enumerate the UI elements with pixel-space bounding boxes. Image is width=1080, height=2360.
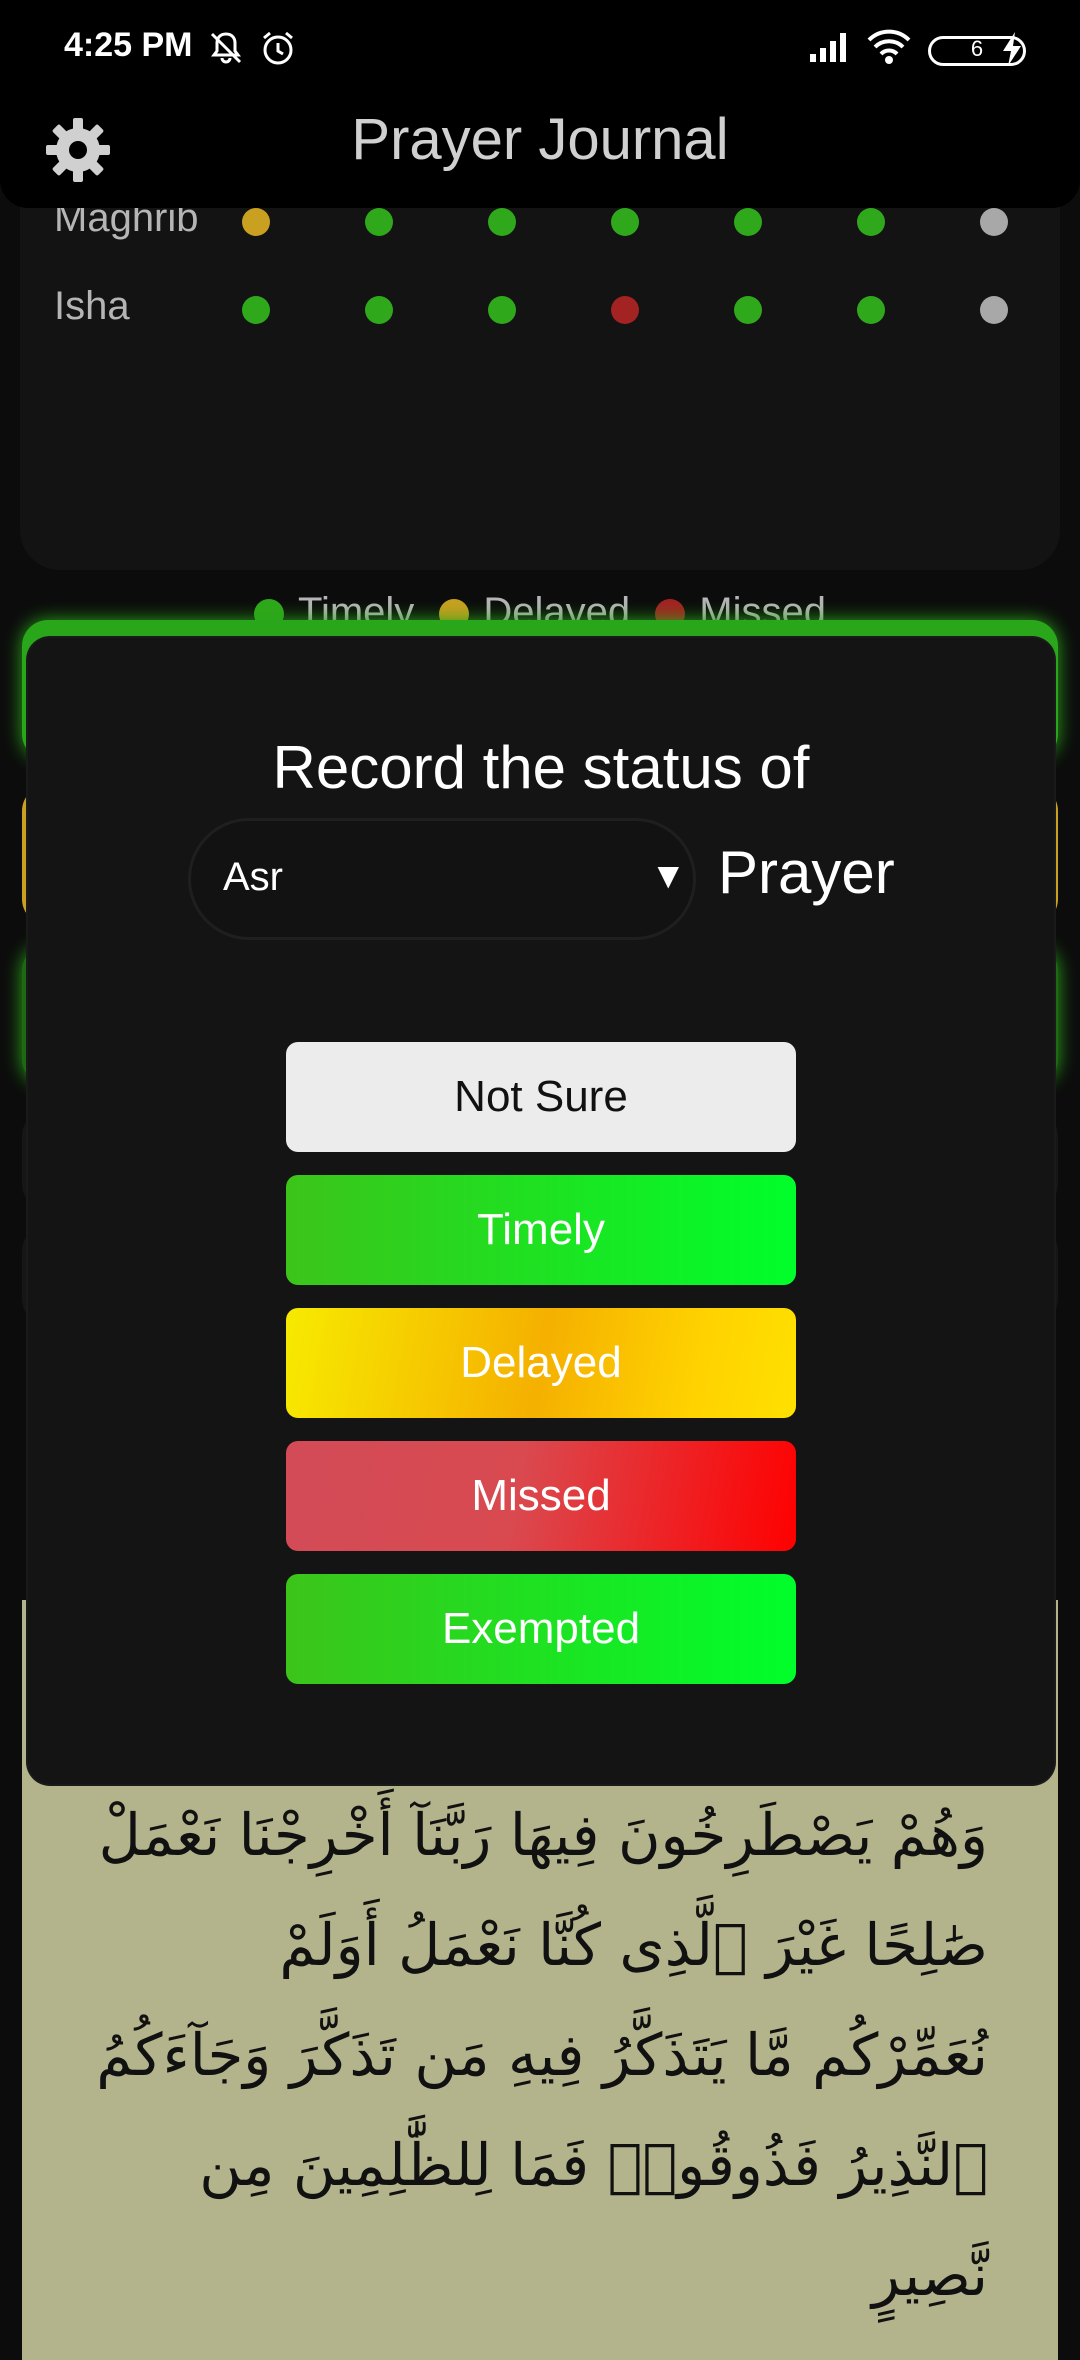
charging-icon (1000, 30, 1024, 77)
status-dot-timely[interactable] (857, 296, 885, 324)
status-dot-timely[interactable] (365, 208, 393, 236)
wifi-icon (866, 28, 912, 75)
verse-text: وَهُمْ يَصْطَرِخُونَ فِيهَا رَبَّنَآ أَخ… (96, 1801, 988, 2309)
record-status-dialog: Record the status of Asr ▼ Prayer Not Su… (28, 638, 1054, 1784)
status-dot-timely[interactable] (611, 208, 639, 236)
alarm-icon (258, 28, 298, 77)
prayer-label: Prayer (718, 839, 895, 906)
status-time: 4:25 PM (64, 26, 193, 64)
dialog-title: Record the status of (272, 734, 810, 801)
prayer-select-value: Asr (223, 855, 283, 899)
tracker-row-label: Isha (54, 284, 130, 328)
status-dot-none[interactable] (980, 208, 1008, 236)
status-dot-timely[interactable] (488, 208, 516, 236)
status-dot-delayed[interactable] (242, 208, 270, 236)
delayed-button[interactable]: Delayed (286, 1308, 796, 1418)
signal-icon (808, 28, 854, 73)
status-dot-timely[interactable] (734, 296, 762, 324)
status-dot-timely[interactable] (242, 296, 270, 324)
status-dot-missed[interactable] (611, 296, 639, 324)
missed-button[interactable]: Missed (286, 1441, 796, 1551)
status-bar: 4:25 PM 6 (0, 0, 1080, 100)
status-dot-timely[interactable] (488, 296, 516, 324)
prayer-select[interactable]: Asr ▼ (188, 818, 696, 940)
not-sure-button[interactable]: Not Sure (286, 1042, 796, 1152)
timely-button[interactable]: Timely (286, 1175, 796, 1285)
tracker-row-isha: Isha (34, 278, 1054, 338)
mute-icon (206, 28, 246, 77)
status-dot-timely[interactable] (857, 208, 885, 236)
status-dot-timely[interactable] (734, 208, 762, 236)
app-bar: Prayer Journal (0, 100, 1080, 208)
dropdown-arrow-icon: ▼ (657, 859, 679, 892)
status-dot-timely[interactable] (365, 296, 393, 324)
exempted-button[interactable]: Exempted (286, 1574, 796, 1684)
status-dot-none[interactable] (980, 296, 1008, 324)
app-title: Prayer Journal (351, 107, 729, 172)
